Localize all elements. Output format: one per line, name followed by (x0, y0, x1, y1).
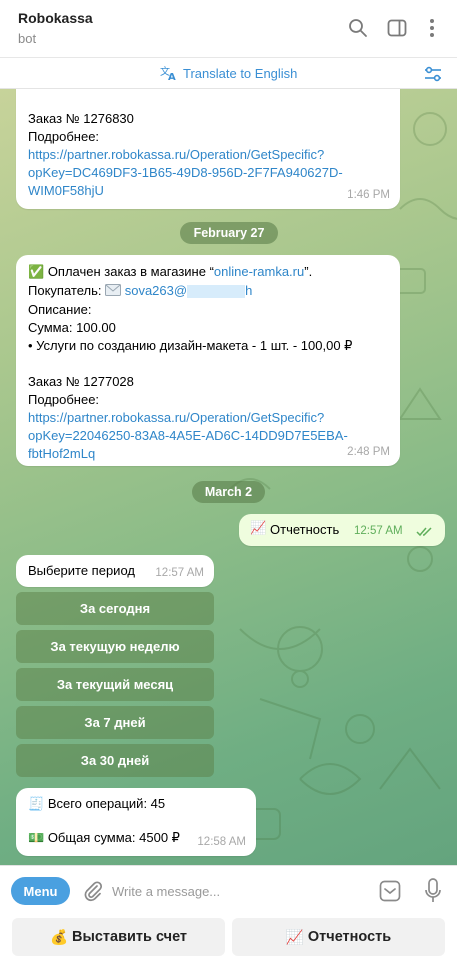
chart-increasing-icon: 📈 (285, 929, 304, 946)
period-button-month[interactable]: За текущий месяц (16, 668, 214, 701)
message-text: Отчетность (270, 522, 340, 537)
receipt-icon: 🧾 (28, 797, 45, 812)
redacted-block (187, 285, 246, 299)
microphone-icon[interactable] (423, 877, 443, 905)
sticker-icon[interactable] (378, 879, 402, 903)
outgoing-message[interactable]: 📈 Отчетность 12:57 AM (239, 514, 445, 546)
money-icon: 💵 (28, 831, 45, 846)
buyer-email[interactable]: sova263@ h (125, 283, 252, 299)
sliders-icon[interactable] (423, 64, 443, 84)
period-button-7days[interactable]: За 7 дней (16, 706, 214, 739)
message-time: 1:46 PM (347, 189, 390, 201)
message-bubble[interactable]: 🧾 Всего операций: 45 💵 Общая сумма: 4500… (16, 788, 256, 856)
description-label: Описание: (28, 301, 92, 317)
order-number: Заказ № 1276830 (28, 111, 134, 126)
period-button-30days[interactable]: За 30 дней (16, 744, 214, 777)
translate-button[interactable]: 文A Translate to English (160, 65, 297, 81)
chat-subtitle: bot (18, 31, 37, 46)
message-bubble[interactable]: Выберите период 12:57 AM (16, 555, 214, 587)
chart-increasing-icon: 📈 (250, 521, 267, 536)
check-icon: ✅ (28, 265, 45, 280)
date-separator: February 27 (180, 222, 278, 244)
operations-count: 🧾 Всего операций: 45 (28, 796, 166, 812)
message-composer: Menu (0, 865, 457, 915)
money-bag-icon: 💰 (49, 929, 68, 946)
message-text: Выберите период (28, 563, 135, 578)
payment-line: ✅ Оплачен заказ в магазине “online-ramka… (28, 264, 313, 280)
create-invoice-button[interactable]: 💰 Выставить счет (12, 918, 225, 956)
date-separator: March 2 (192, 481, 265, 503)
message-time: 12:57 AM (155, 567, 204, 579)
shop-link[interactable]: online-ramka.ru (214, 264, 304, 279)
svg-text:A: A (168, 72, 176, 81)
message-bubble[interactable]: … Заказ № 1276830 Подробнее: https://par… (16, 89, 400, 209)
order-number: Заказ № 1277028 (28, 373, 134, 389)
message-time: 12:58 AM (197, 836, 246, 848)
details-label: Подробнее: (28, 129, 100, 144)
order-link[interactable]: https://partner.robokassa.ru/Operation/G… (28, 146, 388, 200)
message-bubble[interactable]: ✅ Оплачен заказ в магазине “online-ramka… (16, 255, 400, 466)
period-button-week[interactable]: За текущую неделю (16, 630, 214, 663)
reports-button[interactable]: 📈 Отчетность (232, 918, 445, 956)
order-link[interactable]: https://partner.robokassa.ru/Operation/G… (28, 409, 388, 463)
translate-bar: 文A Translate to English (0, 58, 457, 89)
details-label: Подробнее: (28, 391, 100, 407)
chat-header: Robokassa bot (0, 0, 457, 58)
double-check-icon (416, 525, 434, 540)
translate-icon: 文A (160, 65, 176, 81)
message-time: 12:57 AM (354, 525, 403, 537)
sidebar-toggle-icon[interactable] (386, 17, 408, 39)
message-time: 2:48 PM (347, 446, 390, 458)
more-vertical-icon[interactable] (421, 17, 443, 39)
envelope-icon (105, 283, 122, 301)
bot-menu-button[interactable]: Menu (11, 877, 70, 905)
item-line: • Услуги по созданию дизайн-макета - 1 ш… (28, 337, 353, 353)
paperclip-icon[interactable] (81, 879, 105, 903)
translate-label: Translate to English (183, 65, 298, 81)
sum-line: Сумма: 100.00 (28, 319, 116, 335)
message-input[interactable] (112, 878, 362, 904)
reply-keyboard: 💰 Выставить счет 📈 Отчетность (0, 915, 457, 963)
period-button-today[interactable]: За сегодня (16, 592, 214, 625)
buyer-line: Покупатель: sova263@ h (28, 282, 388, 301)
chat-area[interactable]: … Заказ № 1276830 Подробнее: https://par… (0, 89, 457, 865)
search-icon[interactable] (347, 17, 369, 39)
chat-title[interactable]: Robokassa (18, 10, 93, 26)
